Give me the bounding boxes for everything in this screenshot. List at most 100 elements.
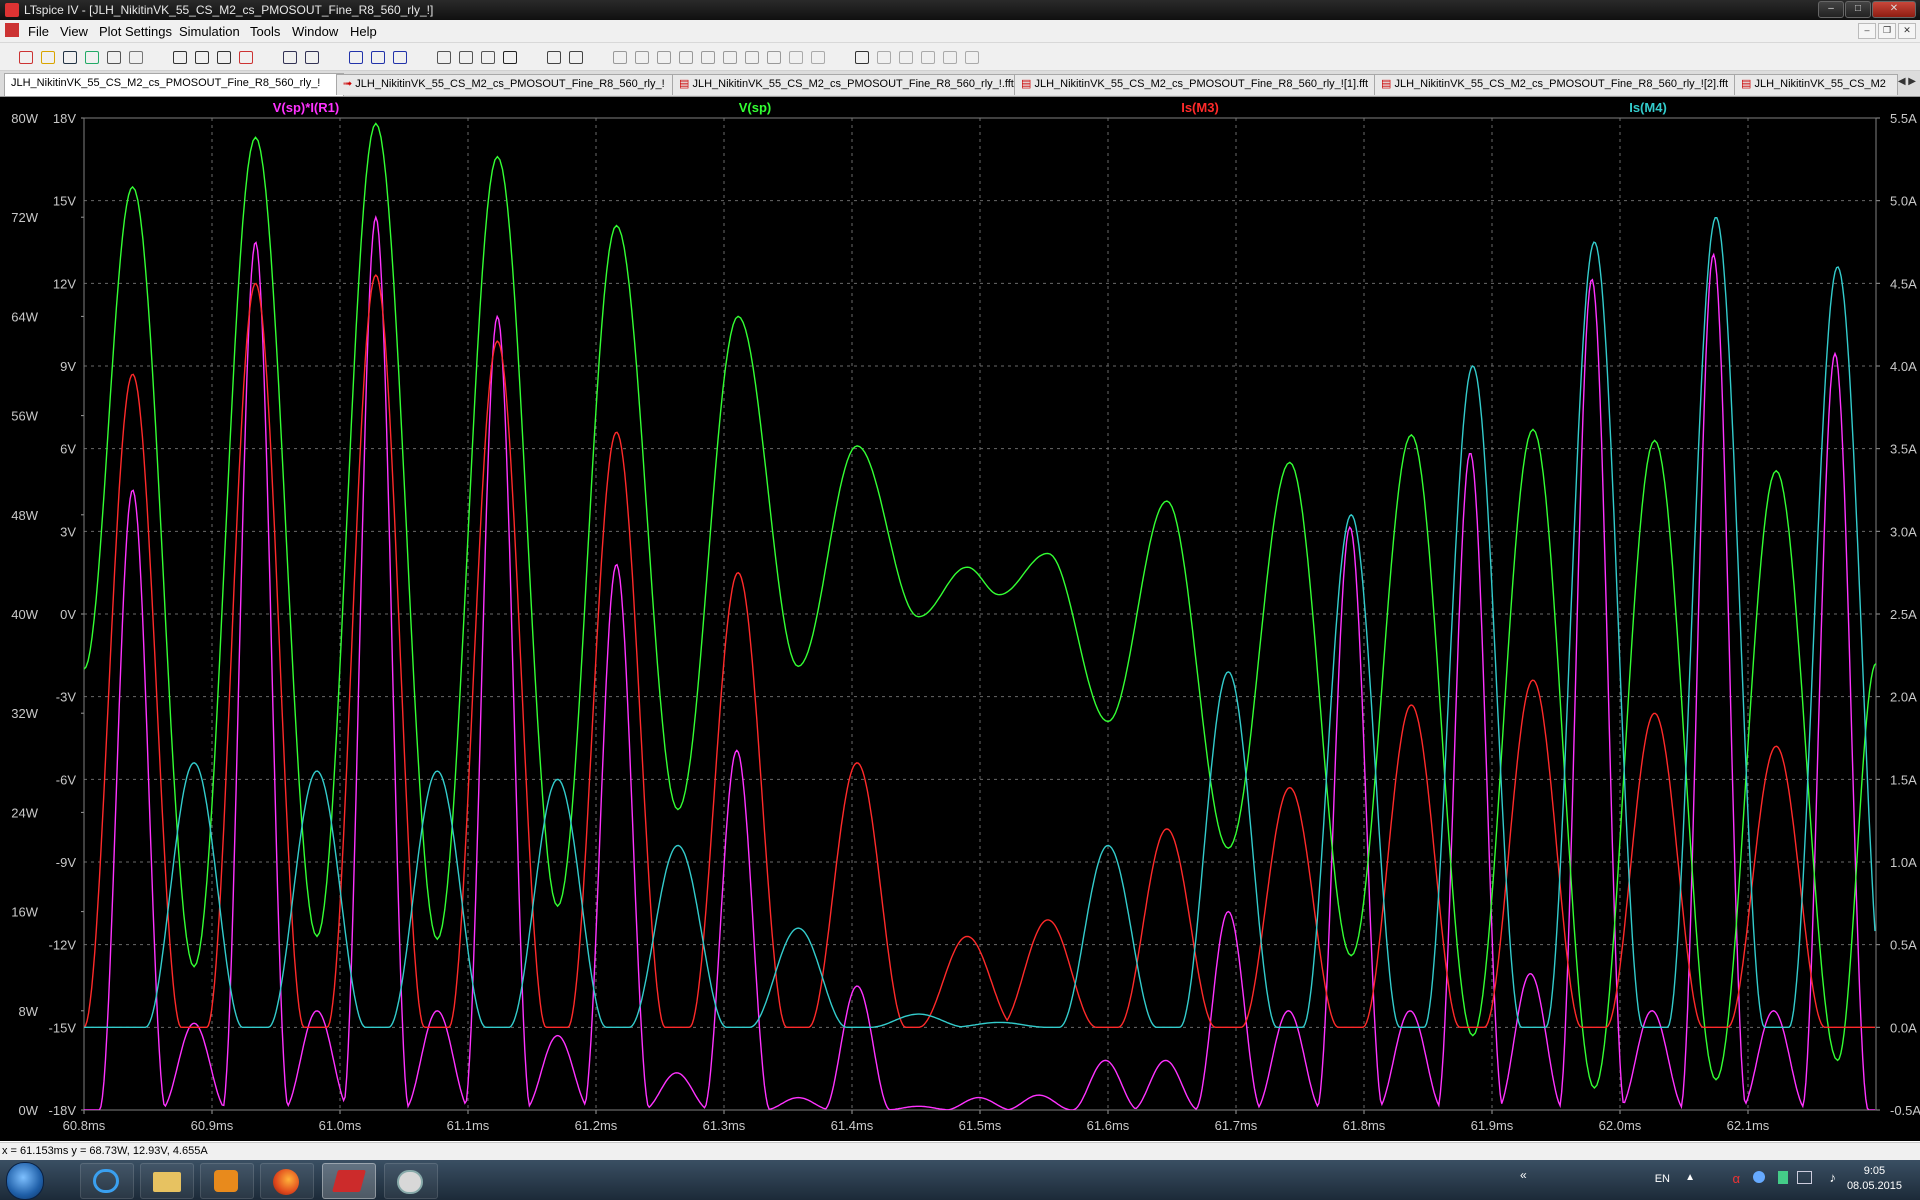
menu-file[interactable]: File	[28, 24, 49, 39]
show-hidden-icons-icon[interactable]: «	[1520, 1168, 1527, 1182]
waveform-icon: ▤	[1021, 78, 1032, 90]
legend-is-m4[interactable]: Is(M4)	[1629, 100, 1667, 115]
move-icon[interactable]	[786, 48, 804, 65]
language-indicator[interactable]: EN	[1655, 1173, 1670, 1185]
label-icon[interactable]	[654, 48, 672, 65]
tab-schematic[interactable]: ➟ JLH_NikitinVK_55_CS_M2_cs_PMOSOUT_Fine…	[336, 74, 680, 95]
internet-explorer-icon[interactable]	[80, 1163, 134, 1199]
legend-is-m3[interactable]: Is(M3)	[1181, 100, 1219, 115]
text-icon[interactable]	[940, 48, 958, 65]
ground-icon[interactable]	[632, 48, 650, 65]
spice-directive-icon[interactable]	[962, 48, 980, 65]
toolbar	[0, 43, 1920, 71]
drag-icon[interactable]	[808, 48, 826, 65]
x-tick-label: 61.8ms	[1343, 1118, 1386, 1133]
voltage-tick-label: 12V	[53, 276, 76, 291]
inductor-icon[interactable]	[720, 48, 738, 65]
trace-legend: V(sp)*I(R1) V(sp) Is(M3) Is(M4)	[273, 100, 1667, 115]
run-icon[interactable]	[104, 48, 122, 65]
paste-icon[interactable]	[478, 48, 496, 65]
power-tick-label: 32W	[11, 706, 38, 721]
menu-window[interactable]: Window	[292, 24, 338, 39]
legend-v-sp[interactable]: V(sp)	[739, 100, 772, 115]
maximize-button[interactable]: □	[1845, 1, 1871, 18]
fft-icon[interactable]	[302, 48, 320, 65]
component-icon[interactable]	[764, 48, 782, 65]
print-icon[interactable]	[544, 48, 562, 65]
network-globe-icon[interactable]	[1753, 1171, 1765, 1183]
tab-fft-2[interactable]: ▤ JLH_NikitinVK_55_CS_M2_cs_PMOSOUT_Fine…	[1014, 74, 1382, 95]
power-tick-label: 8W	[19, 1004, 39, 1019]
ltspice-app-icon[interactable]	[5, 3, 19, 17]
current-tick-label: 0.5A	[1890, 938, 1917, 953]
power-tick-label: 56W	[11, 409, 38, 424]
start-button[interactable]	[6, 1162, 44, 1200]
doc-restore-button[interactable]: ❐	[1878, 23, 1896, 39]
doc-minimize-button[interactable]: –	[1858, 23, 1876, 39]
cut-icon[interactable]	[434, 48, 452, 65]
mirror-icon[interactable]	[918, 48, 936, 65]
rotate-icon[interactable]	[896, 48, 914, 65]
voltage-tick-label: -18V	[49, 1103, 77, 1118]
capacitor-icon[interactable]	[698, 48, 716, 65]
battery-icon[interactable]	[1778, 1171, 1788, 1184]
close-button[interactable]: ✕	[1872, 1, 1916, 18]
open-icon[interactable]	[38, 48, 56, 65]
control-panel-icon[interactable]	[82, 48, 100, 65]
tab-fft-3[interactable]: ▤ JLH_NikitinVK_55_CS_M2_cs_PMOSOUT_Fine…	[1374, 74, 1742, 95]
menu-plot-settings[interactable]: Plot Settings	[99, 24, 172, 39]
clock-time: 9:05	[1863, 1165, 1886, 1177]
zoom-in-icon[interactable]	[170, 48, 188, 65]
tab-waveform-1[interactable]: JLH_NikitinVK_55_CS_M2_cs_PMOSOUT_Fine_R…	[4, 73, 344, 96]
x-tick-label: 61.1ms	[447, 1118, 490, 1133]
legend-v-sp-i-r1[interactable]: V(sp)*I(R1)	[273, 100, 339, 115]
save-icon[interactable]	[60, 48, 78, 65]
find-icon[interactable]	[500, 48, 518, 65]
menu-simulation[interactable]: Simulation	[179, 24, 240, 39]
undo-icon[interactable]	[852, 48, 870, 65]
menu-help[interactable]: Help	[350, 24, 377, 39]
firefox-icon[interactable]	[260, 1163, 314, 1199]
current-tick-label: 2.5A	[1890, 607, 1917, 622]
network-icon[interactable]	[1797, 1171, 1812, 1184]
zoom-out-icon[interactable]	[192, 48, 210, 65]
tile-horizontal-icon[interactable]	[346, 48, 364, 65]
wire-icon[interactable]	[610, 48, 628, 65]
cascade-icon[interactable]	[368, 48, 386, 65]
waveform-chart[interactable]: 60.8ms 60.9ms 61.0ms 61.1ms 61.2ms 61.3ms 61.4…	[0, 97, 1920, 1141]
current-tick-label: -0.5A	[1890, 1103, 1920, 1118]
file-explorer-icon[interactable]	[140, 1163, 194, 1199]
voltage-tick-label: -12V	[49, 938, 77, 953]
copy-icon[interactable]	[456, 48, 474, 65]
ltspice-icon[interactable]	[322, 1163, 376, 1199]
tab-fft-1[interactable]: ▤ JLH_NikitinVK_55_CS_M2_cs_PMOSOUT_Fine…	[672, 74, 1022, 95]
tab-scroll-arrows[interactable]: ◀ ▶	[1898, 76, 1916, 87]
diode-icon[interactable]	[742, 48, 760, 65]
media-player-icon[interactable]	[200, 1163, 254, 1199]
resistor-icon[interactable]	[676, 48, 694, 65]
x-tick-label: 60.9ms	[191, 1118, 234, 1133]
redo-icon[interactable]	[874, 48, 892, 65]
tab-partial[interactable]: ▤ JLH_NikitinVK_55_CS_M2	[1734, 74, 1898, 95]
doc-close-button[interactable]: ✕	[1898, 23, 1916, 39]
print-preview-icon[interactable]	[566, 48, 584, 65]
tray-arrow-icon[interactable]: ▲	[1685, 1172, 1695, 1183]
menu-tools[interactable]: Tools	[250, 24, 280, 39]
zoom-cancel-icon[interactable]	[236, 48, 254, 65]
waveform-plot[interactable]: 60.8ms 60.9ms 61.0ms 61.1ms 61.2ms 61.3ms 61.4…	[0, 97, 1920, 1141]
system-tray: « EN ▲ α ♪ 9:05 08.05.2015	[1520, 1160, 1920, 1200]
clock[interactable]: 9:05 08.05.2015	[1847, 1164, 1902, 1194]
document-menu-icon[interactable]	[5, 23, 19, 37]
new-schematic-icon[interactable]	[16, 48, 34, 65]
minimize-button[interactable]: –	[1818, 1, 1844, 18]
power-tick-label: 24W	[11, 805, 38, 820]
autorange-icon[interactable]	[280, 48, 298, 65]
volume-icon[interactable]: ♪	[1830, 1170, 1837, 1185]
zoom-fit-icon[interactable]	[214, 48, 232, 65]
paint-icon[interactable]	[384, 1163, 438, 1199]
antivirus-icon[interactable]: α	[1732, 1171, 1740, 1186]
tile-vertical-icon[interactable]	[390, 48, 408, 65]
voltage-tick-label: -15V	[49, 1020, 77, 1035]
menu-view[interactable]: View	[60, 24, 88, 39]
halt-icon[interactable]	[126, 48, 144, 65]
